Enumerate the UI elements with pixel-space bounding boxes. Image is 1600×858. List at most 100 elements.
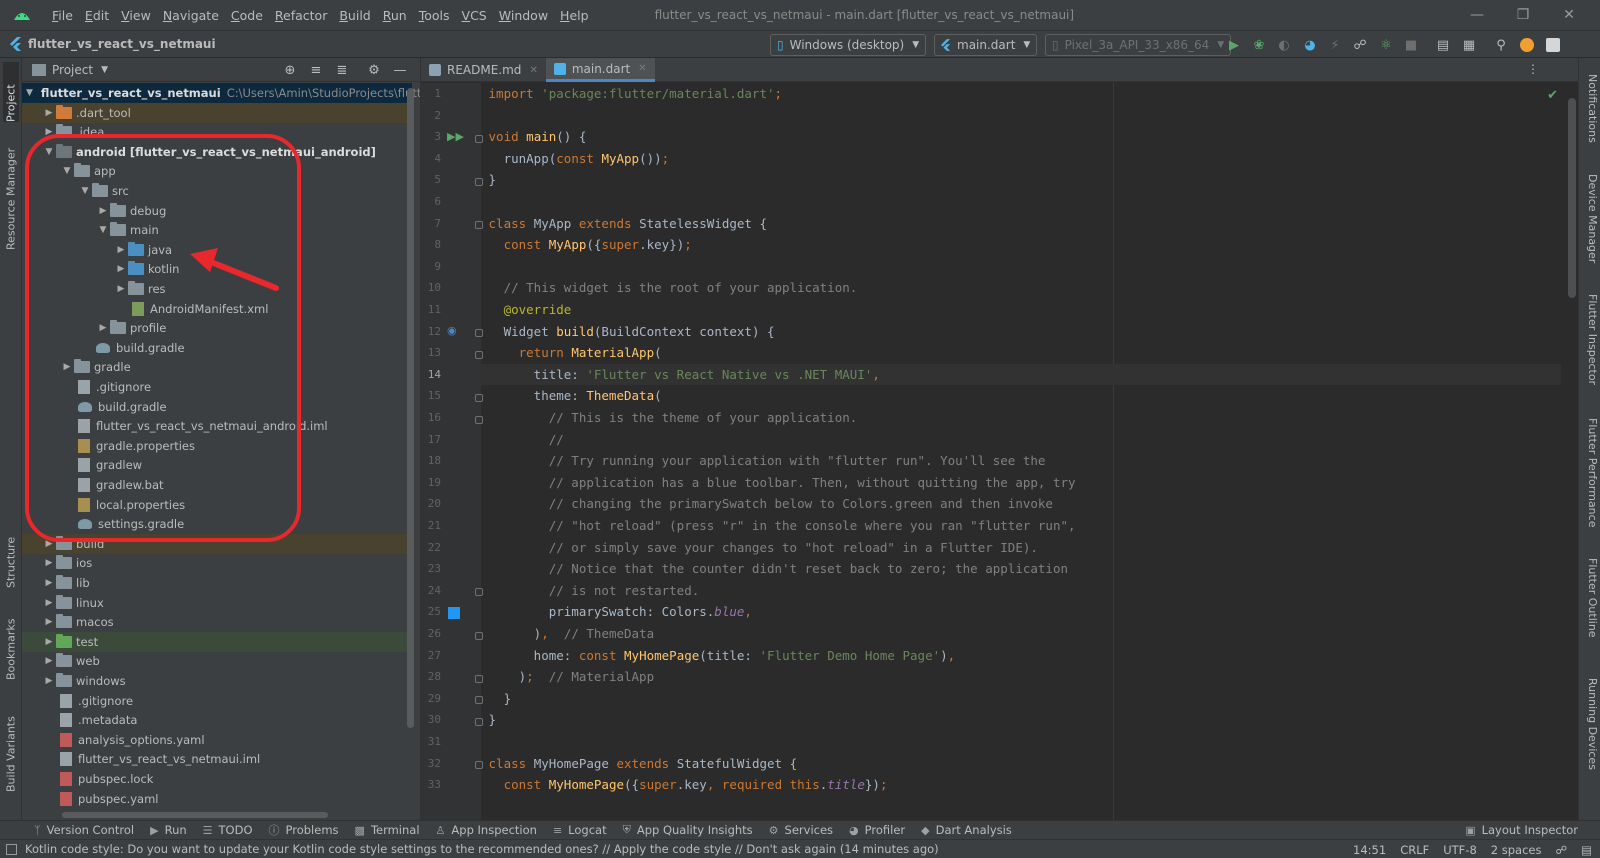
sdk-manager-icon[interactable]: ▦ (1459, 35, 1479, 55)
tree-row[interactable]: pubspec.lock (22, 769, 412, 789)
chevron-right-icon[interactable]: ▶ (42, 127, 56, 137)
tree-row[interactable]: ▶ gradle (22, 357, 412, 377)
menu-file[interactable]: File (46, 8, 79, 23)
update-icon[interactable] (1517, 35, 1537, 55)
search-icon[interactable]: ⚲ (1491, 35, 1511, 55)
run-coverage-icon[interactable]: ◐ (1274, 35, 1294, 55)
run-icon[interactable]: ▶ (1224, 35, 1244, 55)
tool-run[interactable]: ▶ Run (150, 823, 187, 837)
tree-row[interactable]: ▶ test (22, 631, 412, 652)
chevron-right-icon[interactable]: ▶ (60, 362, 74, 372)
tree-row[interactable]: ▶ .dart_tool (22, 102, 412, 123)
chevron-down-icon[interactable]: ▼ (26, 88, 33, 98)
tree-row[interactable]: ▶ profile (22, 318, 412, 338)
tool-profiler[interactable]: ◕ Profiler (849, 823, 905, 837)
expand-all-icon[interactable]: ≡ (306, 60, 326, 80)
emulator-selector[interactable]: ▯ Pixel_3a_API_33_x86_64 ▼ (1045, 34, 1232, 56)
menu-navigate[interactable]: Navigate (157, 8, 225, 23)
project-panel-title[interactable]: Project (52, 63, 93, 77)
chevron-right-icon[interactable]: ▶ (114, 264, 128, 274)
gear-icon[interactable]: ⚙ (364, 60, 384, 80)
menu-refactor[interactable]: Refactor (269, 8, 333, 23)
chevron-right-icon[interactable]: ▶ (42, 598, 56, 608)
tree-row[interactable]: gradlew (22, 455, 412, 475)
more-tabs-icon[interactable]: ⋮ (1527, 62, 1539, 76)
chevron-right-icon[interactable]: ▶ (96, 323, 110, 333)
menu-help[interactable]: Help (554, 8, 595, 23)
close-tab-icon[interactable]: ✕ (529, 65, 537, 76)
menu-vcs[interactable]: VCS (456, 8, 493, 23)
lock-icon[interactable]: ☍ (1555, 843, 1567, 857)
tree-row[interactable]: ▶ windows (22, 671, 412, 691)
tree-row[interactable]: local.properties (22, 495, 412, 515)
tree-row[interactable]: gradle.properties (22, 436, 412, 456)
tree-row[interactable]: ▼ flutter_vs_react_vs_netmaui C:\Users\A… (22, 83, 420, 103)
tool-tab-flutter-outline[interactable]: Flutter Outline (1583, 558, 1599, 638)
code-area[interactable]: import 'package:flutter/material.dart'; … (481, 83, 1561, 820)
tool-tab-structure[interactable]: Structure (3, 524, 19, 588)
tree-row[interactable]: .metadata (22, 710, 412, 730)
menu-edit[interactable]: Edit (79, 8, 115, 23)
tree-row[interactable]: ▶ linux (22, 593, 412, 613)
tool-windows-icon[interactable] (6, 843, 17, 855)
tool-layout-inspector[interactable]: ▣ Layout Inspector (1465, 823, 1578, 837)
device-selector[interactable]: ▯ Windows (desktop) ▼ (770, 34, 927, 56)
menu-code[interactable]: Code (225, 8, 269, 23)
run-gutter-icon[interactable]: ▶▶ (447, 130, 464, 143)
tree-row[interactable]: ▼ app (22, 161, 412, 181)
project-scrollbar[interactable] (407, 88, 414, 728)
menu-tools[interactable]: Tools (413, 8, 456, 23)
chevron-down-icon[interactable]: ▼ (42, 147, 56, 157)
tab-readme[interactable]: README.md ✕ (421, 58, 546, 82)
tree-row[interactable]: ▶ build (22, 533, 412, 554)
menu-window[interactable]: Window (493, 8, 554, 23)
project-horizontal-scrollbar[interactable] (62, 812, 328, 818)
tool-todo[interactable]: ☰ TODO (203, 823, 253, 837)
chevron-right-icon[interactable]: ▶ (42, 656, 56, 666)
tree-row[interactable]: ▶ java (22, 240, 412, 260)
minimize-icon[interactable]: — (1454, 0, 1500, 30)
profile-icon[interactable]: ◕ (1300, 35, 1320, 55)
indent-setting[interactable]: 2 spaces (1491, 843, 1542, 857)
tool-tab-running-devices[interactable]: Running Devices (1583, 678, 1599, 770)
chevron-down-icon[interactable]: ▼ (60, 166, 74, 176)
tool-tab-project[interactable]: Project (3, 62, 19, 122)
hot-reload-icon[interactable]: ⚡ (1325, 35, 1345, 55)
chevron-right-icon[interactable]: ▶ (114, 245, 128, 255)
apply-changes-icon[interactable]: ☍ (1350, 35, 1370, 55)
tool-dart-analysis[interactable]: ◆ Dart Analysis (921, 823, 1012, 837)
file-encoding[interactable]: UTF-8 (1443, 843, 1477, 857)
hide-panel-icon[interactable]: — (390, 60, 410, 80)
tree-row[interactable]: build.gradle (22, 338, 412, 358)
tool-terminal[interactable]: ▩ Terminal (355, 823, 420, 837)
attach-debugger-icon[interactable]: ⚛ (1376, 35, 1396, 55)
tree-row[interactable]: ▶ debug (22, 201, 412, 221)
locate-icon[interactable]: ⊕ (280, 60, 300, 80)
tool-tab-device-manager[interactable]: Device Manager (1583, 174, 1599, 263)
chevron-right-icon[interactable]: ▶ (42, 558, 56, 568)
tool-app-quality-insights[interactable]: ⛨ App Quality Insights (623, 823, 753, 837)
tree-row[interactable]: .gitignore (22, 691, 412, 711)
chevron-right-icon[interactable]: ▶ (42, 617, 56, 627)
tool-tab-bookmarks[interactable]: Bookmarks (3, 608, 19, 680)
tree-row[interactable]: ▶ kotlin (22, 259, 412, 279)
tree-row[interactable]: gradlew.bat (22, 475, 412, 495)
tree-row[interactable]: ▶ macos (22, 612, 412, 632)
tree-row[interactable]: analysis_options.yaml (22, 730, 412, 750)
tree-row[interactable]: pubspec.yaml (22, 789, 412, 809)
tab-main-dart[interactable]: main.dart ✕ (545, 58, 655, 82)
tree-row[interactable]: AndroidManifest.xml (22, 299, 412, 319)
tree-row[interactable]: flutter_vs_react_vs_netmaui.iml (22, 749, 412, 769)
chevron-right-icon[interactable]: ▶ (42, 676, 56, 686)
tree-row[interactable]: ▶ .idea (22, 122, 412, 142)
tree-row[interactable]: settings.gradle (22, 514, 412, 534)
color-swatch-icon[interactable] (448, 607, 460, 619)
debug-icon[interactable]: ❀ (1249, 35, 1269, 55)
chevron-right-icon[interactable]: ▶ (42, 637, 56, 647)
tool-logcat[interactable]: ≡ Logcat (553, 823, 607, 837)
tool-tab-flutter-performance[interactable]: Flutter Performance (1583, 418, 1599, 527)
cursor-position[interactable]: 14:51 (1353, 843, 1386, 857)
stop-icon[interactable]: ■ (1401, 35, 1421, 55)
tree-row[interactable]: ▼ main (22, 220, 412, 240)
tool-tab-flutter-inspector[interactable]: Flutter Inspector (1583, 294, 1599, 385)
